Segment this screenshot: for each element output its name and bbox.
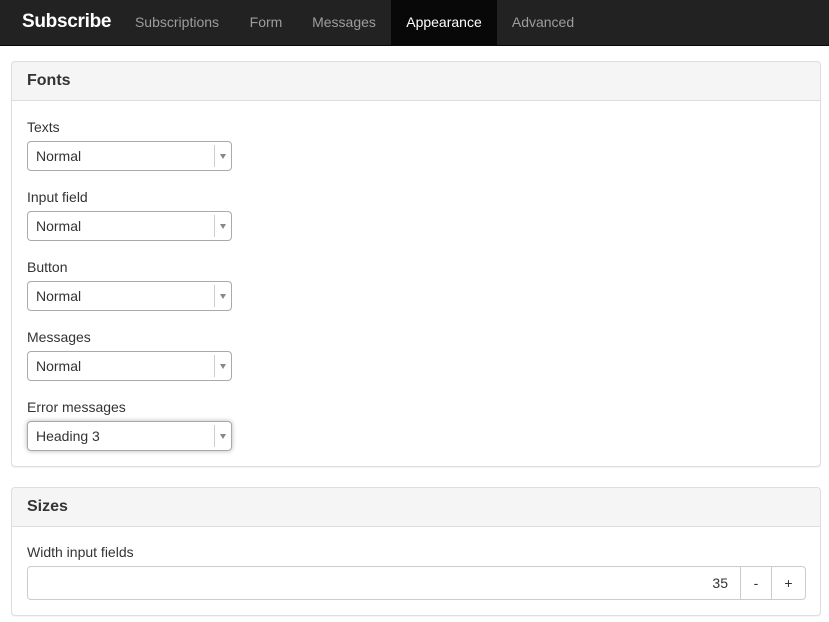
nav-tab-messages[interactable]: Messages (297, 0, 391, 46)
button-font-select[interactable]: Normal (27, 281, 232, 311)
nav-tab-subscriptions[interactable]: Subscriptions (119, 0, 235, 46)
chevron-down-icon (214, 425, 231, 447)
input-field-font-select[interactable]: Normal (27, 211, 232, 241)
texts-label: Texts (27, 119, 60, 135)
select-value: Normal (36, 288, 82, 304)
nav-tab-advanced[interactable]: Advanced (497, 0, 589, 46)
fonts-panel: Fonts Texts Normal Input field Normal Bu… (11, 61, 821, 467)
messages-font-select[interactable]: Normal (27, 351, 232, 381)
select-value: Heading 3 (36, 428, 100, 444)
select-value: Normal (36, 218, 82, 234)
messages-label: Messages (27, 329, 91, 345)
input-field-label: Input field (27, 189, 88, 205)
texts-font-select[interactable]: Normal (27, 141, 232, 171)
brand-logo[interactable]: Subscribe (22, 0, 111, 46)
nav-tab-form[interactable]: Form (235, 0, 297, 46)
increment-button[interactable]: + (771, 566, 806, 600)
button-label: Button (27, 259, 68, 275)
chevron-down-icon (214, 215, 231, 237)
fonts-panel-title: Fonts (12, 62, 820, 101)
width-input-field[interactable]: 35 (27, 566, 741, 600)
select-value: Normal (36, 358, 82, 374)
chevron-down-icon (214, 145, 231, 167)
select-value: Normal (36, 148, 82, 164)
chevron-down-icon (214, 355, 231, 377)
error-messages-font-select[interactable]: Heading 3 (27, 421, 232, 451)
nav-tab-appearance[interactable]: Appearance (391, 0, 497, 46)
error-messages-label: Error messages (27, 399, 126, 415)
sizes-panel: Sizes Width input fields 35 - + (11, 487, 821, 616)
top-navbar: Subscribe Subscriptions Form Messages Ap… (0, 0, 829, 46)
width-input-fields-label: Width input fields (27, 544, 134, 560)
decrement-button[interactable]: - (740, 566, 772, 600)
chevron-down-icon (214, 285, 231, 307)
sizes-panel-title: Sizes (12, 488, 820, 527)
width-input-fields-stepper: 35 - + (27, 566, 806, 600)
